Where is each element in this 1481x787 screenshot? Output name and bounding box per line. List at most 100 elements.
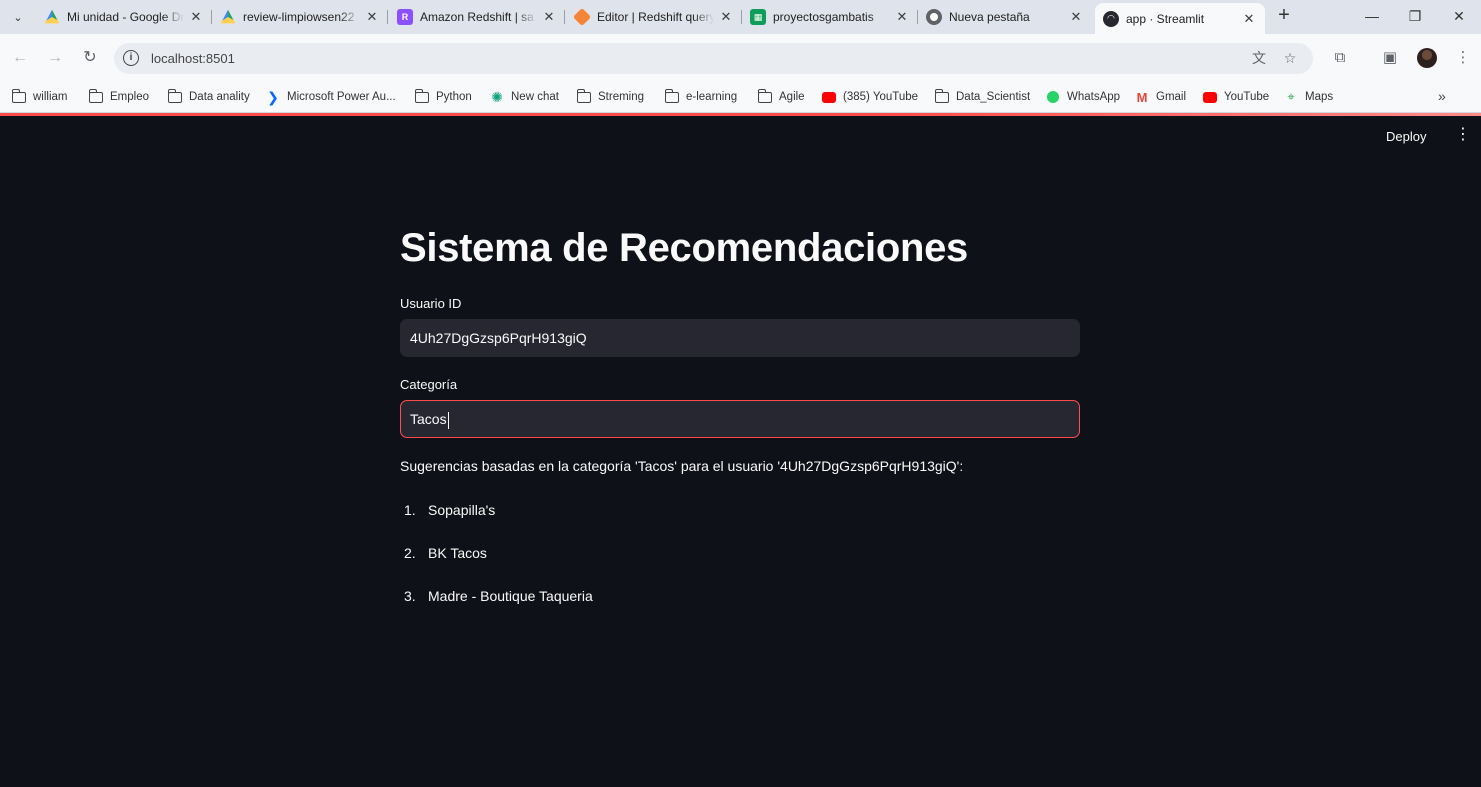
main-menu-icon[interactable]: ⋮: [1455, 127, 1471, 143]
chatgpt-icon: ✺: [491, 88, 503, 105]
deploy-button[interactable]: Deploy: [1386, 129, 1426, 144]
new-tab-button[interactable]: +: [1274, 5, 1294, 26]
minimize-window-icon[interactable]: —: [1362, 6, 1382, 26]
tab-title: Nueva pestaña: [949, 10, 1030, 24]
profile-avatar[interactable]: [1417, 48, 1437, 68]
folder-icon: [576, 88, 591, 104]
bookmark-gmail[interactable]: M Gmail: [1135, 88, 1186, 106]
tab-title: Editor | Redshift query: [597, 10, 714, 24]
folder-icon: [88, 88, 103, 104]
reload-icon[interactable]: ↻: [79, 47, 101, 69]
folder-icon: [11, 88, 26, 104]
redshift-icon: R: [397, 9, 413, 25]
extensions-puzzle-icon[interactable]: ⧉: [1329, 47, 1351, 69]
list-number: 2.: [404, 545, 416, 561]
tab-separator: [211, 10, 212, 24]
close-tab-icon[interactable]: ✕: [541, 9, 557, 25]
folder-icon: [664, 88, 679, 104]
bookmark-agile[interactable]: Agile: [757, 88, 805, 106]
close-tab-icon[interactable]: ✕: [188, 9, 204, 25]
list-item: 1. Sopapilla's: [400, 502, 495, 518]
folder-icon: [167, 88, 182, 104]
bookmark-label: (385) YouTube: [843, 91, 919, 103]
bookmark-label: Empleo: [110, 91, 149, 103]
close-tab-icon[interactable]: ✕: [718, 9, 734, 25]
bookmark-label: e-learning: [686, 91, 738, 103]
tab-amazon-redshift[interactable]: R Amazon Redshift | sa ✕: [397, 4, 557, 30]
tab-mi-unidad[interactable]: Mi unidad - Google Drive ✕: [44, 4, 204, 30]
tab-title: Mi unidad - Google Drive: [67, 10, 184, 24]
browser-menu-icon[interactable]: ⋮: [1452, 47, 1474, 69]
site-info-icon[interactable]: i: [123, 50, 139, 66]
bookmark-william[interactable]: william: [11, 88, 68, 106]
user-id-input[interactable]: 4Uh27DgGzsp6PqrH913giQ: [400, 319, 1080, 357]
bookmark-e-learning[interactable]: e-learning: [664, 88, 738, 106]
user-id-label: Usuario ID: [400, 296, 462, 311]
tab-proyectosgambatis[interactable]: ▦ proyectosgambatis ✕: [750, 4, 910, 30]
bookmark-python[interactable]: Python: [414, 88, 472, 106]
google-drive-icon: [44, 9, 60, 24]
bookmark-label: Microsoft Power Au...: [287, 91, 396, 103]
tab-nueva-pestana[interactable]: Nueva pestaña ✕: [926, 4, 1084, 30]
streamlit-app: Deploy ⋮ Sistema de Recomendaciones Usua…: [0, 116, 1481, 787]
forward-arrow-icon[interactable]: →: [44, 47, 66, 69]
bookmark-power-automate[interactable]: ❯ Microsoft Power Au...: [266, 88, 396, 106]
tab-streamlit-app[interactable]: ◠ app · Streamlit ✕: [1095, 3, 1265, 34]
tab-separator: [387, 10, 388, 24]
bookmark-maps[interactable]: ⌖ Maps: [1284, 88, 1333, 106]
close-window-icon[interactable]: ✕: [1449, 6, 1469, 26]
cube-icon: [574, 7, 592, 27]
bookmark-data-anality[interactable]: Data anality: [167, 88, 250, 106]
tab-strip: ⌄ Mi unidad - Google Drive ✕ review-limp…: [0, 0, 1481, 34]
gmail-icon: M: [1136, 89, 1148, 105]
bookmark-new-chat[interactable]: ✺ New chat: [490, 88, 559, 106]
bookmark-whatsapp[interactable]: WhatsApp: [1046, 88, 1120, 106]
text-caret: [447, 411, 449, 429]
folder-icon: [757, 88, 772, 104]
chrome-icon: [926, 9, 942, 25]
bookmark-empleo[interactable]: Empleo: [88, 88, 149, 106]
bookmark-streming[interactable]: Streming: [576, 88, 644, 106]
youtube-icon: [1203, 90, 1217, 104]
category-label: Categoría: [400, 377, 458, 392]
tab-title: app · Streamlit: [1126, 11, 1205, 26]
bookmark-label: Gmail: [1156, 91, 1187, 103]
bookmarks-overflow-icon[interactable]: »: [1438, 88, 1446, 104]
recommendation-name: Madre - Boutique Taqueria: [428, 588, 593, 604]
bookmark-label: New chat: [511, 91, 559, 103]
bookmarks-bar: william Empleo Data anality ❯ Microsoft P…: [0, 82, 1481, 113]
tab-separator: [917, 10, 918, 24]
browser-toolbar: ← → ↻ i localhost:8501 文 ☆ ⧉ ▣ ⋮: [0, 34, 1481, 82]
close-tab-icon[interactable]: ✕: [1241, 11, 1257, 27]
folder-icon: [414, 88, 429, 104]
power-automate-icon: ❯: [267, 88, 279, 105]
tab-search-chevron-icon[interactable]: ⌄: [6, 5, 30, 29]
bookmark-youtube[interactable]: YouTube: [1203, 88, 1269, 106]
bookmark-star-icon[interactable]: ☆: [1281, 49, 1299, 67]
folder-icon: [934, 88, 949, 104]
youtube-icon: [822, 90, 836, 104]
close-tab-icon[interactable]: ✕: [364, 9, 380, 25]
bookmark-data-scientist[interactable]: Data_Scientist: [934, 88, 1030, 106]
back-arrow-icon[interactable]: ←: [9, 47, 31, 69]
address-bar[interactable]: i localhost:8501 文 ☆: [114, 43, 1313, 74]
close-tab-icon[interactable]: ✕: [1068, 9, 1084, 25]
list-number: 1.: [404, 502, 416, 518]
streamlit-icon: ◠: [1103, 10, 1119, 27]
user-id-value: 4Uh27DgGzsp6PqrH913giQ: [410, 330, 587, 346]
translate-icon[interactable]: 文: [1250, 49, 1268, 67]
url-text[interactable]: localhost:8501: [151, 51, 235, 66]
side-panel-icon[interactable]: ▣: [1379, 47, 1401, 69]
restore-window-icon[interactable]: ❐: [1405, 6, 1425, 26]
tab-title: proyectosgambatis: [773, 10, 874, 24]
suggestions-heading: Sugerencias basadas en la categoría 'Tac…: [400, 458, 964, 474]
tab-review[interactable]: review-limpiowsen22 ✕: [220, 4, 380, 30]
category-input[interactable]: Tacos: [400, 400, 1080, 438]
recommendation-name: BK Tacos: [428, 545, 487, 561]
tab-title: Amazon Redshift | sa: [420, 10, 534, 24]
list-number: 3.: [404, 588, 416, 604]
bookmark-label: Python: [436, 91, 472, 103]
bookmark-youtube-385[interactable]: (385) YouTube: [822, 88, 918, 106]
tab-redshift-editor[interactable]: Editor | Redshift query ✕: [574, 4, 734, 30]
close-tab-icon[interactable]: ✕: [894, 9, 910, 25]
